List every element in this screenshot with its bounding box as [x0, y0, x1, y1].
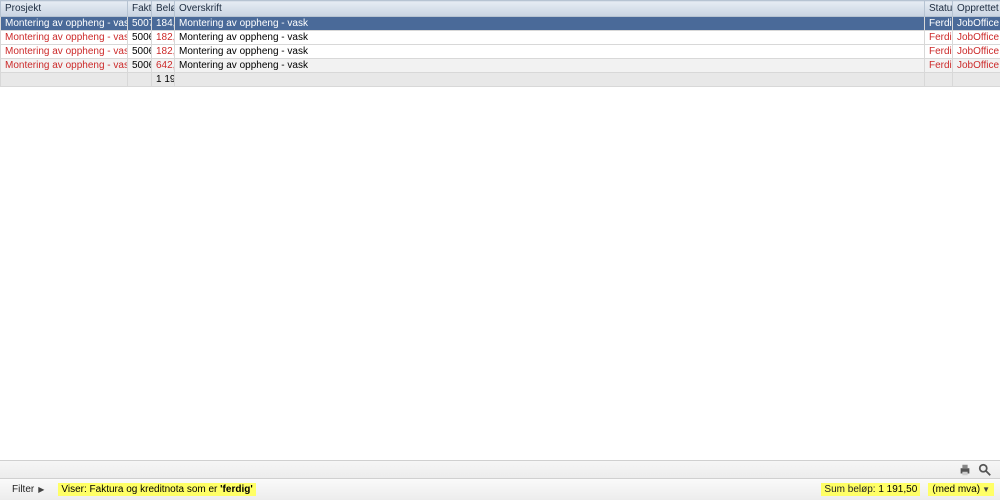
filter-label: Filter: [12, 484, 34, 495]
cell-opprettet: JobOffice: [953, 59, 1000, 73]
sum-cell-empty: [1, 73, 128, 87]
cell-status: Ferdig: [925, 45, 953, 59]
sum-value: 1 191,50: [878, 484, 917, 495]
col-header-opprettet[interactable]: Opprettet i: [953, 1, 1000, 17]
col-header-faktnr[interactable]: Fakt.nr.: [128, 1, 152, 17]
sum-cell-empty: [175, 73, 925, 87]
filter-text-prefix: Viser: Faktura og kreditnota som er: [61, 484, 220, 495]
cell-status: Ferdig: [925, 31, 953, 45]
table-header-row: Prosjekt Fakt.nr. Beløp Overskrift Statu…: [1, 1, 1000, 17]
cell-belop: 642,50: [152, 59, 175, 73]
filter-button[interactable]: Filter ▶: [6, 483, 50, 496]
table-row[interactable]: Montering av oppheng - vask 50067 182,50…: [1, 45, 1000, 59]
table-row[interactable]: Montering av oppheng - vask 50077 184,00…: [1, 17, 1000, 31]
cell-prosjekt: Montering av oppheng - vask: [1, 17, 128, 31]
filter-text-bold: 'ferdig': [220, 484, 253, 495]
invoice-table: Prosjekt Fakt.nr. Beløp Overskrift Statu…: [0, 0, 1000, 87]
cell-prosjekt: Montering av oppheng - vask: [1, 45, 128, 59]
cell-status: Ferdig: [925, 59, 953, 73]
cell-faktnr: 50068: [128, 59, 152, 73]
footer-bar: Filter ▶ Viser: Faktura og kreditnota so…: [0, 478, 1000, 500]
cell-prosjekt: Montering av oppheng - vask: [1, 31, 128, 45]
toolbar-icons: [0, 460, 1000, 478]
cell-overskrift: Montering av oppheng - vask: [175, 17, 925, 31]
search-icon[interactable]: [978, 463, 992, 477]
mva-dropdown[interactable]: (med mva) ▼: [928, 483, 994, 496]
cell-faktnr: 50066: [128, 31, 152, 45]
sum-cell-empty: [925, 73, 953, 87]
sum-belop-block: Sum beløp: 1 191,50: [821, 483, 920, 496]
sum-cell-empty: [128, 73, 152, 87]
cell-opprettet: JobOffice: [953, 17, 1000, 31]
table-row[interactable]: Montering av oppheng - vask 50068 642,50…: [1, 59, 1000, 73]
cell-prosjekt: Montering av oppheng - vask: [1, 59, 128, 73]
invoice-table-area: Prosjekt Fakt.nr. Beløp Overskrift Statu…: [0, 0, 1000, 460]
cell-status: Ferdig: [925, 17, 953, 31]
filter-description: Viser: Faktura og kreditnota som er 'fer…: [58, 483, 255, 496]
sum-cell-empty: [953, 73, 1000, 87]
cell-opprettet: JobOffice: [953, 45, 1000, 59]
sum-label: Sum beløp:: [824, 484, 875, 495]
table-sum-row: 1 191,50: [1, 73, 1000, 87]
cell-belop: 182,50: [152, 31, 175, 45]
cell-overskrift: Montering av oppheng - vask: [175, 45, 925, 59]
chevron-right-icon: ▶: [38, 485, 44, 494]
cell-overskrift: Montering av oppheng - vask: [175, 59, 925, 73]
col-header-belop[interactable]: Beløp: [152, 1, 175, 17]
col-header-prosjekt[interactable]: Prosjekt: [1, 1, 128, 17]
table-row[interactable]: Montering av oppheng - vask 50066 182,50…: [1, 31, 1000, 45]
chevron-down-icon: ▼: [982, 485, 990, 494]
cell-belop: 184,00: [152, 17, 175, 31]
cell-faktnr: 50067: [128, 45, 152, 59]
cell-faktnr: 50077: [128, 17, 152, 31]
cell-belop: 182,50: [152, 45, 175, 59]
mva-dropdown-label: (med mva): [932, 484, 980, 495]
cell-overskrift: Montering av oppheng - vask: [175, 31, 925, 45]
print-icon[interactable]: [958, 463, 972, 477]
col-header-overskrift[interactable]: Overskrift: [175, 1, 925, 17]
col-header-status[interactable]: Status: [925, 1, 953, 17]
sum-cell-belop: 1 191,50: [152, 73, 175, 87]
cell-opprettet: JobOffice: [953, 31, 1000, 45]
